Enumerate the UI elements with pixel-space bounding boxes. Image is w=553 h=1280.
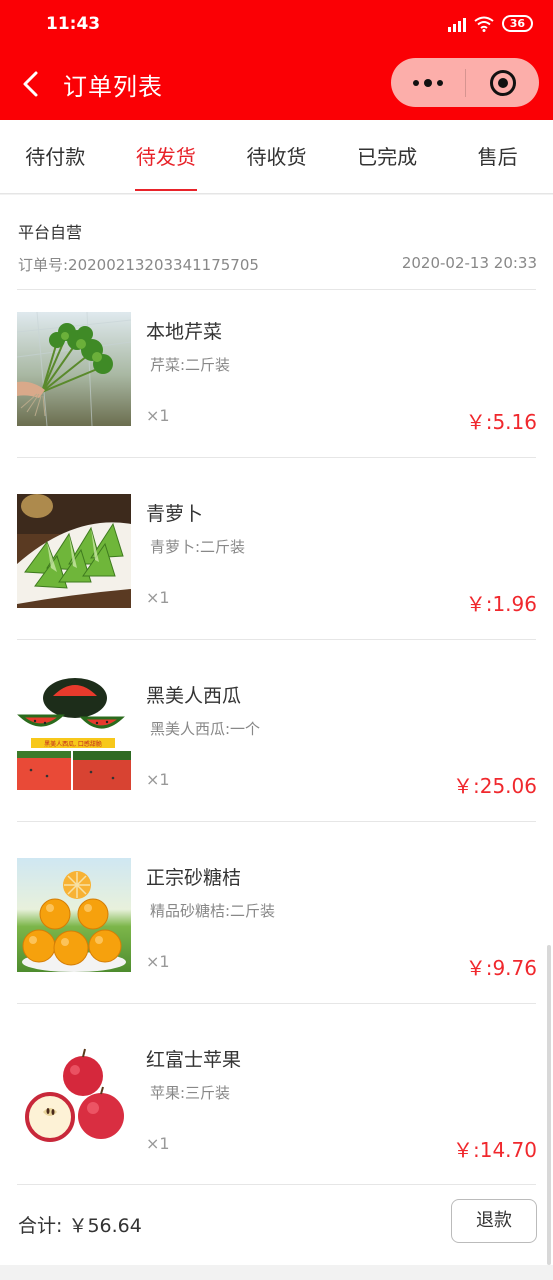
product-image-radish (17, 494, 131, 608)
product-spec: 黑美人西瓜:一个 (150, 720, 261, 738)
status-icons: 36 (447, 15, 533, 32)
order-card: 平台自营 订单号:20200213203341175705 2020-02-13… (0, 195, 553, 1265)
product-price: ￥:5.16 (465, 410, 537, 434)
battery-icon: 36 (501, 15, 533, 32)
product-name: 本地芹菜 (146, 321, 223, 343)
order-number: 订单号:20200213203341175705 (18, 256, 259, 274)
order-item[interactable]: 黑美人西瓜, 口感甜脆 黑美人西瓜 黑美人西瓜:一个 ×1 ￥:25.06 (0, 654, 553, 836)
shop-name: 平台自营 (18, 223, 83, 242)
target-icon (489, 69, 516, 96)
page-title: 订单列表 (63, 73, 163, 101)
divider (17, 1003, 536, 1004)
refund-button[interactable]: 退款 (451, 1199, 537, 1243)
scrollbar[interactable] (547, 945, 551, 1265)
product-quantity: ×1 (146, 770, 170, 789)
divider (17, 639, 536, 640)
wifi-icon (474, 16, 494, 32)
tab-pending-shipment[interactable]: 待发货 (111, 120, 222, 193)
tab-pending-receipt[interactable]: 待收货 (221, 120, 332, 193)
divider (17, 457, 536, 458)
tab-pending-payment[interactable]: 待付款 (0, 120, 111, 193)
product-price: ￥:9.76 (465, 956, 537, 980)
more-dot-icon (413, 79, 419, 86)
product-spec: 精品砂糖桔:二斤装 (150, 902, 276, 920)
order-total: 合计: ￥56.64 (18, 1215, 142, 1237)
order-status-tabs: 待付款 待发货 待收货 已完成 售后 (0, 120, 553, 194)
product-spec: 苹果:三斤装 (150, 1084, 231, 1102)
product-image-watermelon: 黑美人西瓜, 口感甜脆 (17, 676, 131, 790)
order-item[interactable]: 红富士苹果 苹果:三斤装 ×1 ￥:14.70 (0, 1018, 553, 1200)
tab-after-sales[interactable]: 售后 (442, 120, 553, 193)
more-menu-button[interactable] (391, 58, 465, 107)
nav-bar: 订单列表 (0, 52, 553, 120)
product-price: ￥:25.06 (453, 774, 537, 798)
order-date: 2020-02-13 20:33 (401, 254, 537, 272)
order-item[interactable]: 本地芹菜 芹菜:二斤装 ×1 ￥:5.16 (0, 290, 553, 472)
product-image-celery (17, 312, 131, 426)
product-spec: 青萝卜:二斤装 (150, 538, 246, 556)
product-quantity: ×1 (146, 952, 170, 971)
signal-icon (447, 16, 466, 32)
product-quantity: ×1 (146, 588, 170, 607)
product-name: 黑美人西瓜 (146, 685, 242, 707)
divider (17, 1184, 536, 1185)
more-dot-icon (437, 79, 443, 86)
product-name: 红富士苹果 (146, 1049, 242, 1071)
order-item[interactable]: 青萝卜 青萝卜:二斤装 ×1 ￥:1.96 (0, 472, 553, 654)
product-spec: 芹菜:二斤装 (150, 356, 231, 374)
order-item[interactable]: 正宗砂糖桔 精品砂糖桔:二斤装 ×1 ￥:9.76 (0, 836, 553, 1018)
status-bar: 11:43 36 (0, 0, 553, 52)
watermelon-caption: 黑美人西瓜, 口感甜脆 (44, 740, 102, 748)
status-time: 11:43 (46, 14, 101, 34)
close-mini-program-button[interactable] (466, 58, 539, 107)
product-image-apple (17, 1040, 131, 1154)
mini-program-capsule (391, 58, 539, 107)
product-quantity: ×1 (146, 1134, 170, 1153)
back-arrow-icon[interactable] (18, 68, 46, 100)
divider (17, 821, 536, 822)
tab-completed[interactable]: 已完成 (332, 120, 443, 193)
product-name: 青萝卜 (146, 503, 204, 525)
product-price: ￥:1.96 (465, 592, 537, 616)
product-quantity: ×1 (146, 406, 170, 425)
product-name: 正宗砂糖桔 (146, 867, 242, 889)
product-price: ￥:14.70 (453, 1138, 537, 1162)
more-dot-icon (424, 78, 432, 87)
product-image-tangerine (17, 858, 131, 972)
